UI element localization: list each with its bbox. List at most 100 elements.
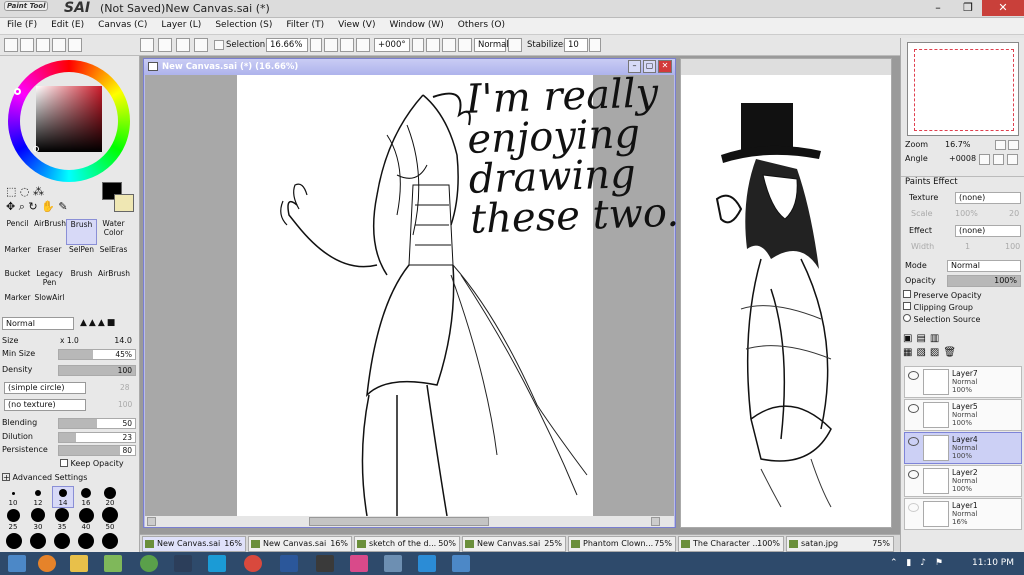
rotate-right-icon[interactable] [442,38,456,52]
effect-select[interactable]: (none) [955,225,1021,237]
zoom-field[interactable]: 16.66% [266,38,308,52]
advanced-settings-row[interactable]: + Advanced Settings [2,473,138,485]
size-dot-40[interactable] [79,508,94,523]
move-icon[interactable]: ✥ [6,200,15,213]
new-linework-icon[interactable]: ▥ [930,333,943,344]
rotate-left-icon[interactable] [426,38,440,52]
merge-layer-icon[interactable]: ▧ [916,347,929,358]
dilution-slider[interactable]: 23 [58,432,136,443]
doc-close-button[interactable]: ✕ [658,60,672,73]
magic-wand-icon[interactable]: ⁂ [33,185,44,198]
system-tray[interactable]: ⌃ ▮ ♪ ⚑ [890,558,970,570]
tool-brush-2[interactable]: Brush [66,269,97,295]
app-icon[interactable] [350,555,368,572]
tool-airbrush[interactable]: AirBrush [34,219,66,245]
tool-watercolor[interactable]: Water Color [98,219,129,245]
tool-seleras[interactable]: SelEras [98,245,129,271]
visibility-eye-icon[interactable] [908,503,919,512]
nav-zoom-in-icon[interactable] [995,140,1006,150]
zoom-reset-icon[interactable] [356,38,370,52]
blending-slider[interactable]: 50 [58,418,136,429]
nav-rotate-left-icon[interactable] [979,154,990,165]
app-icon[interactable] [384,555,402,572]
size-dot-70[interactable] [30,533,46,549]
app-icon[interactable] [418,555,436,572]
menu-edit[interactable]: Edit (E) [44,18,91,32]
clock[interactable]: 11:10 PM [972,558,1014,568]
size-dot-35[interactable] [55,508,69,522]
tool-marker[interactable]: Marker [2,245,33,271]
close-button[interactable]: ✕ [982,0,1024,16]
preserve-opacity-row[interactable]: Preserve Opacity [903,290,1023,302]
doc-tab[interactable]: The Character ... 100% [678,536,784,552]
user-colors-icon[interactable] [68,38,82,52]
rect-select-icon[interactable]: ⬚ [6,185,16,198]
scrollbar-thumb[interactable] [309,517,489,526]
background-document-titlebar[interactable] [681,59,891,75]
copy-layer-icon[interactable]: ▦ [903,347,916,358]
size-dot-30[interactable] [31,508,45,522]
visibility-eye-icon[interactable] [908,404,919,413]
layer-row[interactable]: Layer7 Normal 100% [904,366,1022,398]
new-folder-icon[interactable]: ▤ [916,333,929,344]
size-dot-120[interactable] [102,533,118,549]
texture-select[interactable]: (none) [955,192,1021,204]
doc-tab[interactable]: New Canvas.sai 16% [248,536,352,552]
firefox-icon[interactable] [38,555,56,572]
menu-others[interactable]: Others (O) [451,18,512,32]
brush-edge-icons[interactable]: ▲▲▲■ [80,318,136,329]
tool-airbrush-2[interactable]: AirBrush [98,269,130,295]
saturation-value-square[interactable] [36,86,102,152]
min-size-slider[interactable]: 45% [58,349,136,360]
swatches-icon[interactable] [52,38,66,52]
word-icon[interactable] [280,555,298,572]
expand-icon[interactable]: + [2,473,10,482]
rgb-sliders-icon[interactable] [20,38,34,52]
selection-checkbox[interactable] [214,40,224,50]
density-slider[interactable]: 100 [58,365,136,376]
menu-canvas[interactable]: Canvas (C) [91,18,154,32]
selection-source-row[interactable]: Selection Source [903,314,1023,326]
menu-filter[interactable]: Filter (T) [279,18,331,32]
clear-layer-icon[interactable]: ▨ [930,347,943,358]
brush-shape-select[interactable]: (simple circle) [4,382,86,394]
eyedropper-icon[interactable]: ✎ [58,200,67,213]
tool-brush[interactable]: Brush [66,219,97,245]
background-document-window[interactable] [680,58,892,528]
layer-opacity-slider[interactable]: 100% [947,275,1021,287]
doc-tab[interactable]: New Canvas.sai 25% [462,536,566,552]
steam-icon[interactable] [174,555,192,572]
spotify-icon[interactable] [140,555,158,572]
menu-view[interactable]: View (V) [331,18,382,32]
gimp-icon[interactable] [316,555,334,572]
size-dot-100[interactable] [78,533,94,549]
nav-rotate-reset-icon[interactable] [1007,154,1018,165]
minimize-button[interactable]: – [924,0,952,16]
tool-selpen[interactable]: SelPen [66,245,97,271]
app-icon[interactable] [452,555,470,572]
size-dot-14[interactable] [59,489,67,497]
tool-marker-2[interactable]: Marker [2,293,33,319]
scroll-left-button[interactable] [147,517,156,526]
preserve-opacity-checkbox[interactable] [903,290,911,298]
clipping-group-checkbox[interactable] [903,302,911,310]
nav-rotate-right-icon[interactable] [993,154,1004,165]
chrome-icon[interactable] [244,555,262,572]
size-dot-16[interactable] [81,488,91,498]
size-dot-12[interactable] [35,490,41,496]
layer-row[interactable]: Layer5 Normal 100% [904,399,1022,431]
scroll-right-button[interactable] [651,517,660,526]
stabilizer-dropdown-icon[interactable] [589,38,601,52]
doc-tab[interactable]: sketch of the d... 50% [354,536,460,552]
hsv-sliders-icon[interactable] [36,38,50,52]
stabilizer-field[interactable]: 10 [564,38,588,52]
hand-icon[interactable]: ✋ [41,200,55,213]
layer-row-selected[interactable]: Layer4 Normal 100% [904,432,1022,464]
lasso-icon[interactable]: ◌ [20,185,30,198]
keep-opacity-checkbox[interactable] [60,459,68,467]
start-icon[interactable] [8,555,26,572]
color-wheel-toggle-icon[interactable] [4,38,18,52]
layer-row[interactable]: Layer2 Normal 100% [904,465,1022,497]
selection-source-radio[interactable] [903,314,911,322]
layer-row[interactable]: Layer1 Normal 16% [904,498,1022,530]
